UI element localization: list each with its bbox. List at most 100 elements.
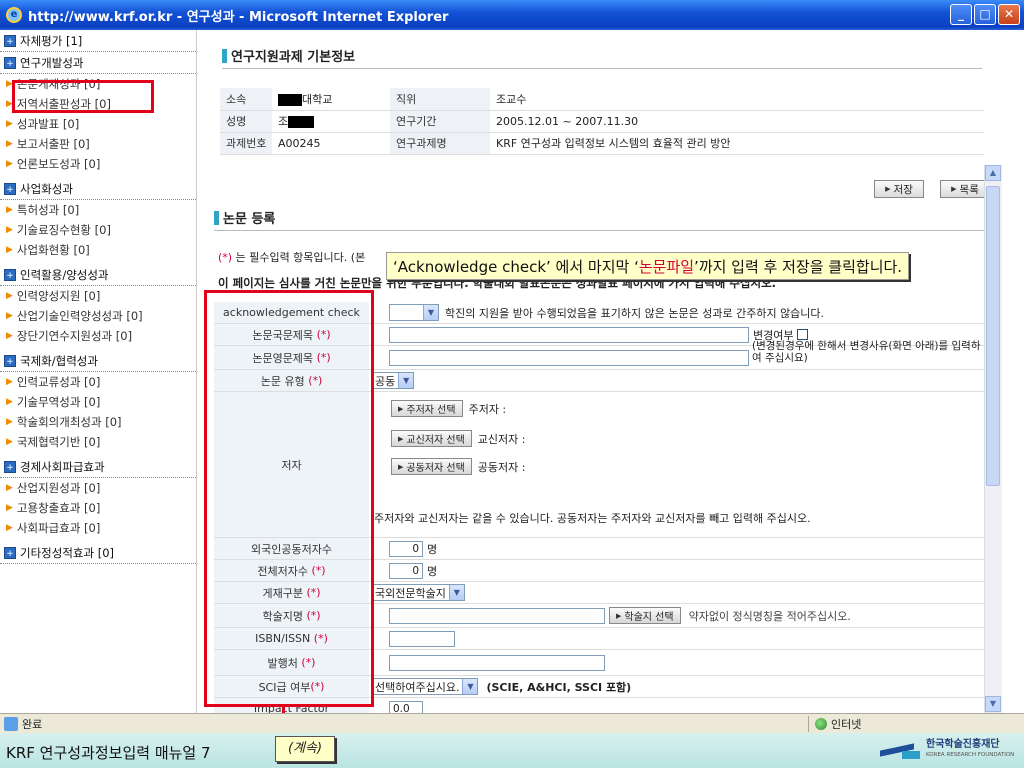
type-select[interactable]: 공동 ▼ [372,372,415,389]
section-bar-icon [222,49,227,63]
arrow-icon: ▶ [6,417,13,427]
scroll-up-icon[interactable]: ▲ [985,165,1001,181]
arrow-icon: ▶ [6,503,13,513]
sidebar-section[interactable]: + 경제사회파급효과 [0,456,196,478]
maximize-button[interactable]: □ [974,4,996,25]
foreign-count-input[interactable]: 0 [389,540,423,557]
manual-title: KRF 연구성과정보입력 매뉴얼 7 [6,744,211,762]
arrow-icon: ▶ [6,437,13,447]
basic-info-table: 소속 대학교 직위 조교수 성명 조 연구기간 2005.12.01 ~ 200… [220,88,984,155]
sidebar-item[interactable]: ▶ 특허성과 [0] [0,200,196,220]
save-button[interactable]: ▶ 저장 [874,180,924,198]
expand-icon: + [4,268,16,281]
divider [214,230,984,231]
journal-input[interactable] [389,607,605,624]
expand-icon: + [4,34,16,47]
sidebar-item[interactable]: ▶ 보고서출판 [0] [0,134,196,154]
sidebar-section[interactable]: + 사업화성과 [0,178,196,200]
divider [222,68,982,69]
arrow-icon: ▶ [6,397,13,407]
sidebar-item[interactable]: ▶ 인력교류성과 [0] [0,372,196,392]
isbn-input[interactable] [389,630,455,647]
sidebar-item[interactable]: ▶ 기술료징수현황 [0] [0,220,196,240]
sidebar-item[interactable]: ▶ 장단기연수지원성과 [0] [0,326,196,346]
arrow-icon: ▶ [951,185,957,193]
page-icon [4,716,18,731]
journal-select-button[interactable]: ▶ 학술지 선택 [609,607,681,624]
sidebar-item[interactable]: ▶ 국제협력기반 [0] [0,432,196,452]
sidebar-item[interactable]: ▶ 인력양성지원 [0] [0,286,196,306]
sidebar-section[interactable]: + 국제화/협력성과 [0,350,196,372]
sidebar-section[interactable]: + 자체평가 [1] [0,30,196,52]
main-author-button[interactable]: ▶ 주저자 선택 [391,400,463,417]
scroll-thumb[interactable] [986,186,1000,486]
expand-icon: + [4,546,16,559]
arrow-icon: ▶ [6,245,13,255]
arrow-icon: ▶ [6,139,13,149]
arrow-icon: ▶ [6,205,13,215]
arrow-icon: ▶ [6,291,13,301]
title-en-input[interactable] [389,349,749,366]
highlight-box-labels [204,290,374,707]
arrow-icon: ▶ [6,159,13,169]
ie-icon: e [6,7,22,23]
arrow-icon: ▶ [616,611,622,620]
title-kr-input[interactable] [389,326,749,343]
table-row: 성명 조 연구기간 2005.12.01 ~ 2007.11.30 [220,110,984,133]
minimize-button[interactable]: _ [950,4,972,25]
sidebar: + 자체평가 [1] + 연구개발성과 ▶ 논문게재성과 [0] ▶ 저역서출판성과 [… [0,30,197,713]
sidebar-item[interactable]: ▶ 산업지원성과 [0] [0,478,196,498]
table-row: 과제번호 A00245 연구과제명 KRF 연구성과 입력정보 시스템의 효율적… [220,132,984,155]
logo-icon [880,739,926,761]
sidebar-item[interactable]: ▶ 언론보도성과 [0] [0,154,196,174]
arrow-icon: ▶ [398,434,404,443]
chevron-down-icon: ▼ [462,679,478,694]
paper-form-title: 논문 등록 [214,208,275,227]
sidebar-item[interactable]: ▶ 산업기술인력양성성과 [0] [0,306,196,326]
arrow-icon: ▶ [6,483,13,493]
impact-factor-input[interactable]: 0.0 [389,700,423,713]
pub-type-select[interactable]: 국외전문학술지 ▼ [372,584,465,601]
globe-icon [815,718,827,730]
close-button[interactable]: ✕ [998,4,1020,25]
redacted [278,93,302,106]
arrow-icon: ▶ [6,377,13,387]
sidebar-item[interactable]: ▶ 사업화현황 [0] [0,240,196,260]
expand-icon: + [4,182,16,195]
chevron-down-icon: ▼ [398,373,414,388]
total-count-input[interactable]: 0 [389,562,423,579]
sidebar-item[interactable]: ▶ 성과발표 [0] [0,114,196,134]
table-row: 소속 대학교 직위 조교수 [220,88,984,111]
arrow-icon: ▶ [6,225,13,235]
sidebar-item[interactable]: ▶ 고용창출효과 [0] [0,498,196,518]
sci-select[interactable]: 선택하여주십시요. ▼ [372,678,479,695]
change-note: (변경된경우에 한해서 변경사유(화면 아래)를 입력하여 주십시요) [752,340,981,364]
publisher-input[interactable] [389,654,605,671]
arrow-icon: ▶ [398,462,404,471]
scroll-down-icon[interactable]: ▼ [985,696,1001,712]
footer: KRF 연구성과정보입력 매뉴얼 7 (계속) 한국학술진흥재단 KOREA RE… [0,733,1024,768]
sidebar-section[interactable]: + 연구개발성과 [0,52,196,74]
window-controls: _ □ ✕ [950,4,1020,25]
krf-logo: 한국학술진흥재단 KOREA RESEARCH FOUNDATION [880,739,1014,761]
window-title: http://www.krf.or.kr - 연구성과 - Microsoft … [28,9,449,25]
sidebar-section[interactable]: + 인력활용/양성성과 [0,264,196,286]
arrow-icon: ▶ [885,185,891,193]
arrow-icon: ▶ [6,119,13,129]
co-author-button[interactable]: ▶ 공동저자 선택 [391,458,472,475]
instruction-callout: ‘Acknowledge check’ 에서 마지막 ‘논문파일 ’까지 입력 후… [386,252,910,280]
sidebar-section[interactable]: + 기타정성적효과 [0] [0,542,196,564]
corr-author-button[interactable]: ▶ 교신저자 선택 [391,430,472,447]
expand-icon: + [4,56,16,69]
expand-icon: + [4,354,16,367]
chevron-down-icon: ▼ [448,585,464,600]
author-note: 주저자와 교신저자는 같을 수 있습니다. 공동저자는 주저자와 교신저자를 빼… [374,512,811,525]
sidebar-item[interactable]: ▶ 학술회의개최성과 [0] [0,412,196,432]
list-button[interactable]: ▶ 목록 [940,180,986,198]
continued-label: (계속) [275,736,335,762]
arrow-icon: ▶ [398,404,404,413]
sidebar-item[interactable]: ▶ 기술무역성과 [0] [0,392,196,412]
change-checkbox[interactable] [797,329,809,340]
sidebar-item[interactable]: ▶ 사회파급효과 [0] [0,518,196,538]
ack-select[interactable]: ▼ [389,304,439,321]
